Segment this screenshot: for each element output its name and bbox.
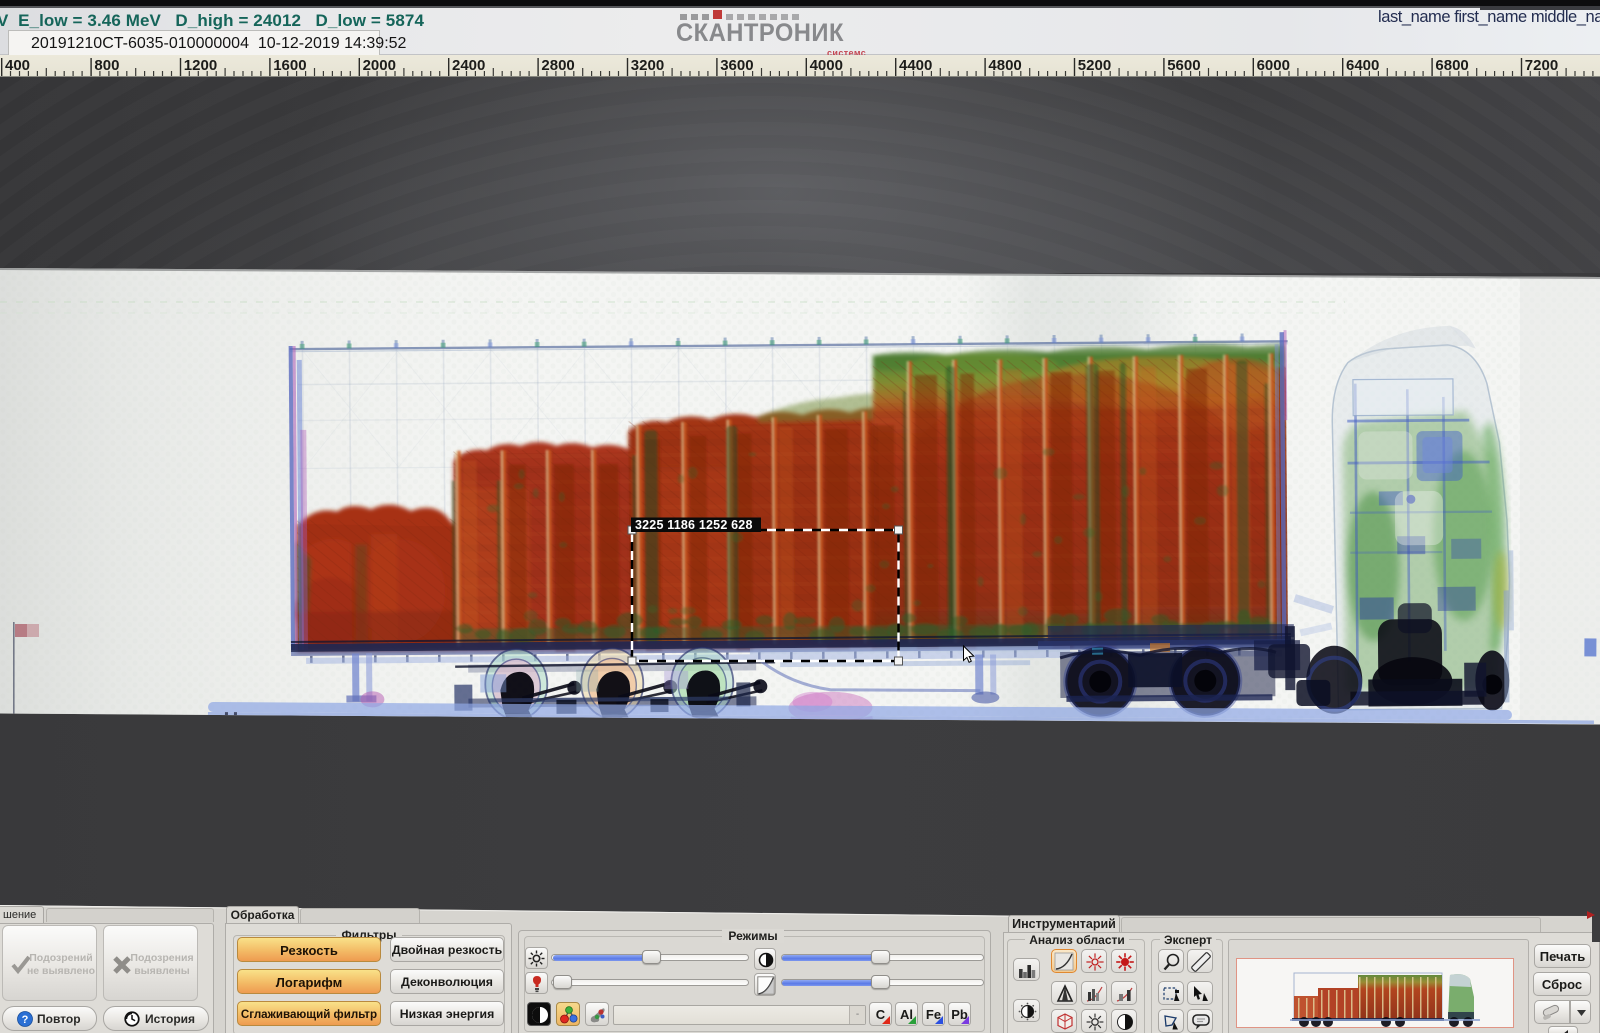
svg-text:3225 1186 1252 628: 3225 1186 1252 628 [635,518,753,532]
svg-text:?: ? [22,1014,29,1026]
